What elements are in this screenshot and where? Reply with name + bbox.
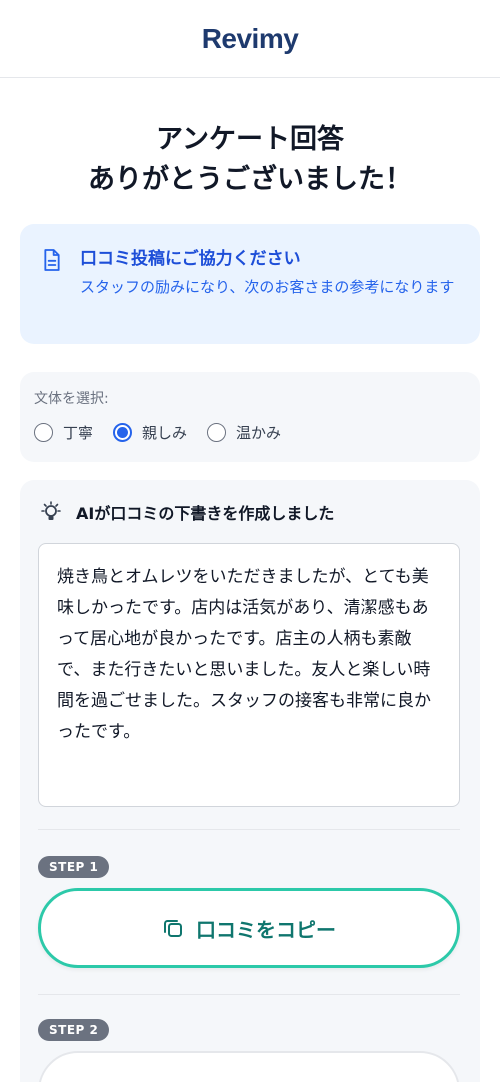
step2-button[interactable]	[38, 1051, 460, 1082]
review-request-notice: 口コミ投稿にご協力ください スタッフの励みになり、次のお客さまの参考になります	[20, 224, 480, 344]
revimy-logo: Revimy	[201, 22, 299, 54]
page-title-line2: ありがとうございました！	[88, 164, 412, 195]
ai-draft-heading-text: AIが口コミの下書きを作成しました	[76, 504, 335, 523]
style-option-friendly[interactable]: 親しみ	[113, 422, 187, 443]
copy-icon	[164, 920, 182, 937]
page-title: アンケート回答 ありがとうございました！	[0, 120, 500, 200]
notice-text: スタッフの励みになり、次のお客さまの参考になります	[80, 278, 455, 296]
style-option-label: 親しみ	[142, 424, 188, 442]
style-option-polite[interactable]: 丁寧	[34, 422, 93, 443]
divider	[38, 994, 460, 995]
style-radio-group: 丁寧 親しみ 温かみ	[34, 422, 466, 443]
radio-button[interactable]	[207, 423, 227, 442]
ai-draft-heading: AIが口コミの下書きを作成しました	[40, 500, 462, 524]
radio-button[interactable]	[34, 423, 53, 442]
copy-review-button[interactable]: 口コミをコピー	[38, 888, 460, 968]
lightbulb-icon	[41, 501, 61, 520]
notice-title: 口コミ投稿にご協力ください	[80, 249, 301, 269]
step2-badge: STEP 2	[38, 1019, 110, 1041]
app-header: Revimy	[0, 0, 500, 78]
step1-badge: STEP 1	[38, 856, 110, 878]
style-option-warm[interactable]: 温かみ	[207, 422, 281, 443]
document-icon	[44, 249, 60, 271]
copy-review-button-label: 口コミをコピー	[196, 917, 336, 942]
radio-button-checked[interactable]	[113, 423, 133, 442]
review-draft-textarea[interactable]: 焼き鳥とオムレツをいただきましたが、とても美味しかったです。店内は活気があり、清…	[38, 543, 460, 807]
divider	[38, 829, 460, 830]
style-option-label: 温かみ	[236, 424, 282, 442]
style-label: 文体を選択:	[34, 391, 109, 407]
page-title-line1: アンケート回答	[156, 124, 344, 155]
writing-style-selector: 文体を選択: 丁寧 親しみ 温かみ	[20, 372, 480, 462]
ai-draft-section: AIが口コミの下書きを作成しました 焼き鳥とオムレツをいただきましたが、とても美…	[20, 480, 480, 1082]
style-option-label: 丁寧	[63, 424, 94, 442]
